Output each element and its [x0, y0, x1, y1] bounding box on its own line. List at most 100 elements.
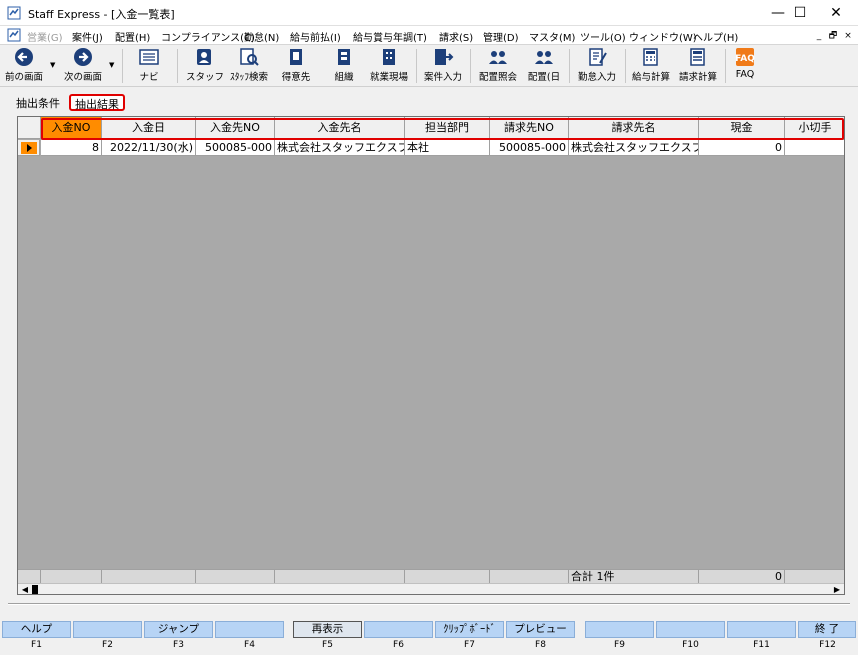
horizontal-scrollbar[interactable]: ◀ ▶	[18, 583, 844, 594]
column-header-payment-no[interactable]: 入金NO	[41, 117, 102, 139]
f10-button[interactable]	[656, 621, 725, 638]
total-cell	[275, 569, 405, 583]
placement-day-button[interactable]: 配置(日	[524, 47, 564, 85]
f9-button[interactable]	[585, 621, 654, 638]
staff-search-icon	[240, 48, 259, 66]
payroll-calc-icon	[643, 48, 658, 66]
total-cell	[405, 569, 490, 583]
workplace-button[interactable]: 就業現場	[368, 47, 410, 85]
back-dropdown-icon[interactable]: ▼	[50, 61, 55, 69]
menu-placement[interactable]: 配置(H)	[115, 29, 150, 44]
workplace-icon	[383, 49, 395, 65]
f8-preview-button[interactable]: プレビュー	[506, 621, 575, 638]
toolbar-separator	[725, 49, 726, 83]
scroll-left-icon[interactable]: ◀	[18, 584, 32, 594]
tab-extraction-results[interactable]: 抽出結果	[69, 94, 125, 111]
payroll-calc-button[interactable]: 給与計算	[629, 47, 673, 85]
menu-help[interactable]: ヘルプ(H)	[693, 29, 738, 44]
results-grid[interactable]: 入金NO 入金日 入金先NO 入金先名 担当部門 請求先NO 請求先名 現金 小…	[17, 116, 845, 595]
staff-button[interactable]: スタッフ	[186, 47, 224, 85]
title-bar: Staff Express - [入金一覧表] — ☐ ✕	[0, 0, 858, 26]
mdi-minimize-button[interactable]: _	[812, 30, 826, 42]
menu-compliance[interactable]: コンプライアンス(C)	[161, 29, 255, 44]
f5-refresh-button[interactable]: 再表示	[293, 621, 362, 638]
billing-calc-button[interactable]: 請求計算	[676, 47, 720, 85]
placement-inquiry-icon	[489, 51, 507, 64]
column-header-check[interactable]: 小切手	[785, 117, 844, 139]
f3-jump-button[interactable]: ジャンプ	[144, 621, 213, 638]
menu-bar: 営業(G) 案件(J) 配置(H) コンプライアンス(C) 勤怠(N) 給与前払…	[0, 26, 858, 45]
mdi-restore-button[interactable]: 🗗	[826, 30, 840, 42]
faq-button[interactable]: FAQ FAQ	[731, 47, 759, 85]
divider	[8, 603, 850, 605]
column-header-payer-no[interactable]: 入金先NO	[196, 117, 275, 139]
mdi-close-button[interactable]: ×	[841, 30, 855, 42]
tab-extraction-conditions[interactable]: 抽出条件	[12, 94, 64, 111]
document-icon	[7, 28, 21, 42]
table-cell[interactable]: 本社	[405, 140, 490, 156]
menu-tools[interactable]: ツール(O)	[580, 29, 626, 44]
column-header-billing-no[interactable]: 請求先NO	[490, 117, 569, 139]
customer-button[interactable]: 得意先	[278, 47, 314, 85]
scroll-right-icon[interactable]: ▶	[830, 584, 844, 594]
app-icon	[7, 6, 21, 20]
f12-exit-button[interactable]: 終 了	[798, 621, 856, 638]
menu-salary-advance[interactable]: 給与前払(I)	[290, 29, 341, 44]
menu-master[interactable]: マスタ(M)	[529, 29, 575, 44]
attendance-input-button[interactable]: 勤怠入力	[574, 47, 620, 85]
f2-key-label: F2	[102, 640, 113, 650]
menu-attendance[interactable]: 勤怠(N)	[244, 29, 279, 44]
table-cell[interactable]: 8	[41, 140, 102, 156]
grid-corner	[18, 117, 41, 139]
menu-sales[interactable]: 営業(G)	[27, 29, 63, 44]
organization-button[interactable]: 組織	[326, 47, 362, 85]
table-cell[interactable]: 500085-000	[196, 140, 275, 156]
table-cell[interactable]	[785, 140, 844, 156]
billing-calc-icon	[690, 48, 705, 66]
column-header-cash[interactable]: 現金	[699, 117, 785, 139]
menu-salary-bonus[interactable]: 給与賞与年調(T)	[353, 29, 427, 44]
column-header-billing-name[interactable]: 請求先名	[569, 117, 699, 139]
column-header-payer-name[interactable]: 入金先名	[275, 117, 405, 139]
forward-dropdown-icon[interactable]: ▼	[109, 61, 114, 69]
close-button[interactable]: ✕	[814, 0, 858, 26]
toolbar-separator	[122, 49, 123, 83]
back-button[interactable]: 前の画面	[3, 47, 45, 85]
back-arrow-icon	[15, 48, 33, 66]
column-header-department[interactable]: 担当部門	[405, 117, 490, 139]
row-header[interactable]	[18, 140, 40, 156]
f4-button[interactable]	[215, 621, 284, 638]
table-cell[interactable]: 0	[699, 140, 785, 156]
f11-button[interactable]	[727, 621, 796, 638]
menu-project[interactable]: 案件(J)	[72, 29, 103, 44]
toolbar-separator	[569, 49, 570, 83]
menu-window[interactable]: ウィンドウ(W)	[629, 29, 697, 44]
table-cell[interactable]: 株式会社スタッフエクスプレス	[569, 140, 699, 156]
menu-billing[interactable]: 請求(S)	[439, 29, 473, 44]
menu-management[interactable]: 管理(D)	[483, 29, 519, 44]
toolbar-separator	[177, 49, 178, 83]
forward-button[interactable]: 次の画面	[61, 47, 105, 85]
table-cell[interactable]: 2022/11/30(水)	[102, 140, 196, 156]
organization-icon	[338, 49, 350, 65]
f6-key-label: F6	[393, 640, 404, 650]
faq-icon: FAQ	[735, 48, 755, 66]
navi-button[interactable]: ナビ	[130, 47, 168, 85]
total-cell	[785, 569, 844, 583]
project-input-button[interactable]: 案件入力	[421, 47, 465, 85]
toolbar: 前の画面 ▼ 次の画面 ▼ ナビ スタッフ ｽﾀｯﾌ検索 得意先 組織 就業現場…	[0, 45, 858, 87]
total-cell	[196, 569, 275, 583]
toolbar-separator	[470, 49, 471, 83]
table-cell[interactable]: 500085-000	[490, 140, 569, 156]
scrollbar-thumb[interactable]	[32, 585, 38, 594]
f7-clipboard-button[interactable]: ｸﾘｯﾌﾟﾎﾞｰﾄﾞ	[435, 621, 504, 638]
f2-button[interactable]	[73, 621, 142, 638]
column-header-payment-date[interactable]: 入金日	[102, 117, 196, 139]
f1-key-label: F1	[31, 640, 42, 650]
f6-button[interactable]	[364, 621, 433, 638]
table-cell[interactable]: 株式会社スタッフエクスプレス	[275, 140, 405, 156]
placement-inquiry-button[interactable]: 配置照会	[476, 47, 520, 85]
staff-search-button[interactable]: ｽﾀｯﾌ検索	[226, 47, 272, 85]
total-cell	[490, 569, 569, 583]
f1-help-button[interactable]: ヘルプ	[2, 621, 71, 638]
